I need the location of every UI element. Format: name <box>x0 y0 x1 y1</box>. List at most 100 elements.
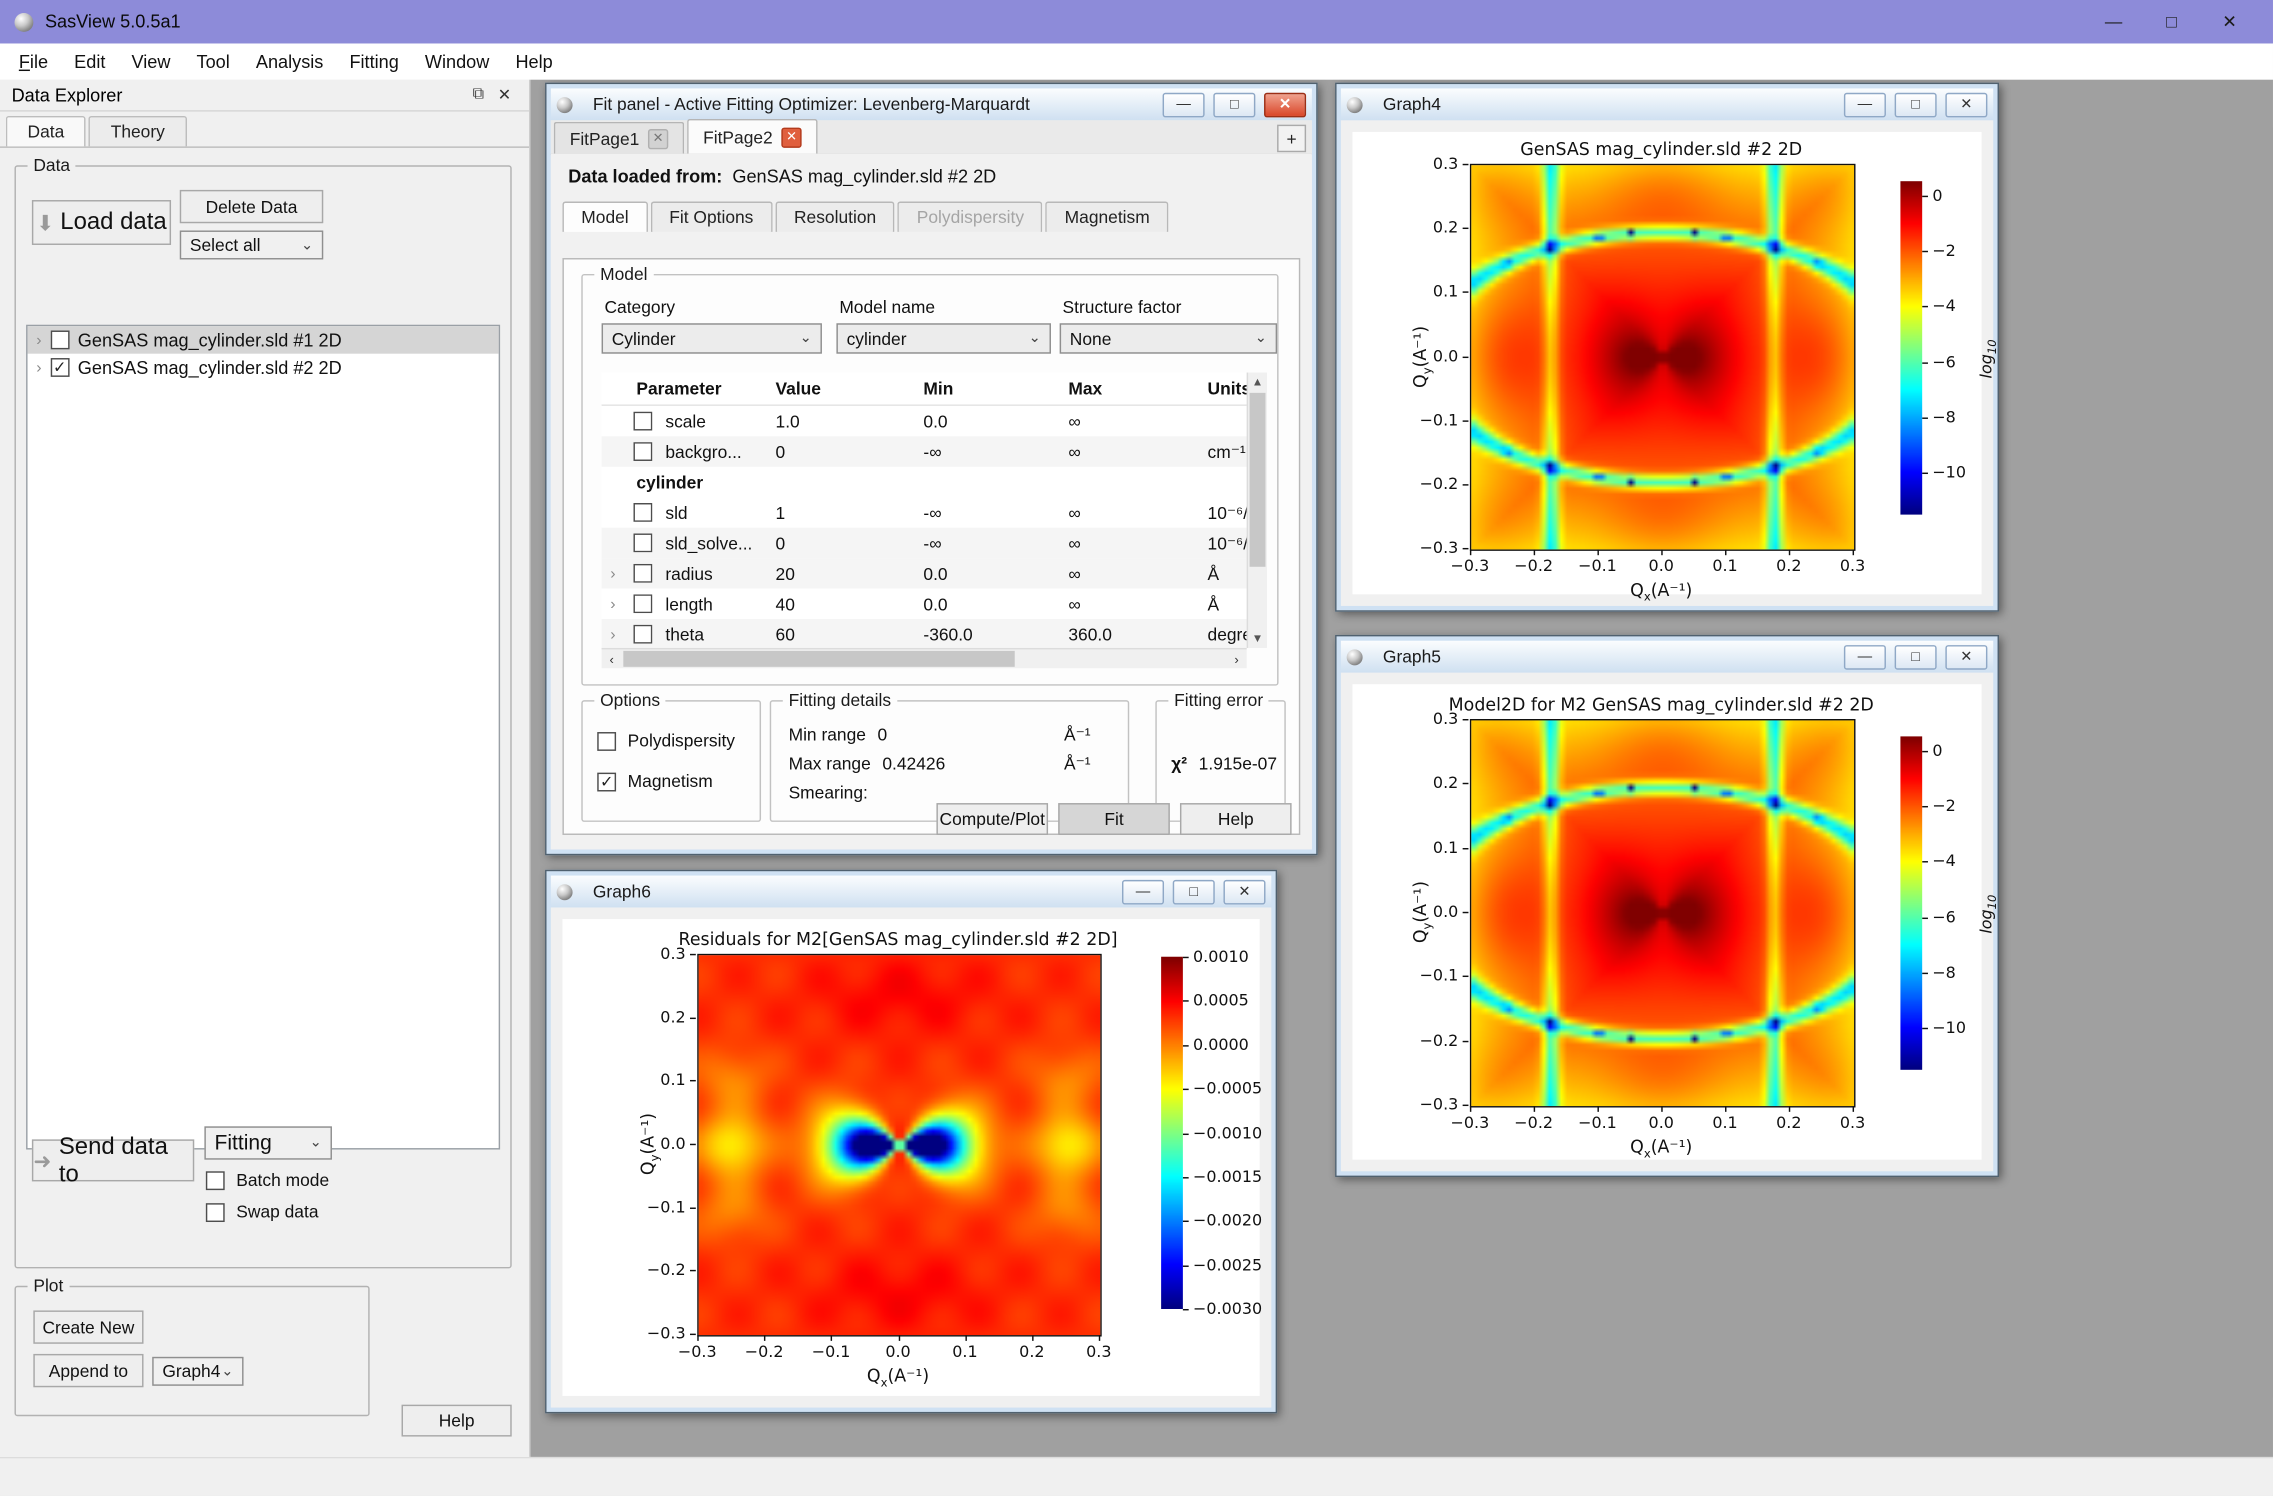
param-max[interactable]: ∞ <box>1068 441 1201 461</box>
heatmap-canvas[interactable] <box>1471 165 1854 549</box>
maximize-button[interactable]: □ <box>1895 92 1937 117</box>
graph6-titlebar[interactable]: Graph6 — □ ✕ <box>551 876 1271 908</box>
param-checkbox[interactable] <box>633 533 652 552</box>
graph4-titlebar[interactable]: Graph4 — □ ✕ <box>1341 88 1993 120</box>
app-maximize-button[interactable]: □ <box>2143 0 2201 43</box>
tree-item-checkbox[interactable] <box>50 331 69 350</box>
parameter-row[interactable]: ›radius200.0∞Å <box>602 558 1247 588</box>
parameter-row[interactable]: sld1-∞∞10⁻⁶/Å <box>602 497 1247 527</box>
menu-file[interactable]: File <box>6 43 61 79</box>
param-checkbox[interactable] <box>633 503 652 522</box>
param-value[interactable]: 60 <box>776 624 921 644</box>
param-min[interactable]: -∞ <box>923 441 1062 461</box>
load-data-button[interactable]: ⬇ Load data <box>32 200 171 245</box>
tab-fitpage2[interactable]: FitPage2✕ <box>687 119 818 154</box>
magnetism-checkbox[interactable]: ✓ <box>597 772 616 791</box>
tab-fit-options[interactable]: Fit Options <box>650 201 772 231</box>
tree-item[interactable]: ›✓GenSAS mag_cylinder.sld #2 2D <box>28 354 499 382</box>
menu-analysis[interactable]: Analysis <box>243 43 337 79</box>
model-name-dropdown[interactable]: cylinder⌄ <box>836 323 1051 353</box>
tree-item[interactable]: ›GenSAS mag_cylinder.sld #1 2D <box>28 326 499 354</box>
heatmap-canvas[interactable] <box>1471 720 1854 1106</box>
param-max[interactable]: ∞ <box>1068 594 1201 614</box>
param-checkbox[interactable] <box>633 412 652 431</box>
param-max[interactable]: ∞ <box>1068 502 1201 522</box>
swap-data-checkbox[interactable] <box>206 1202 225 1221</box>
category-dropdown[interactable]: Cylinder⌄ <box>602 323 822 353</box>
minimize-button[interactable]: — <box>1844 644 1886 669</box>
param-max[interactable]: 360.0 <box>1068 624 1201 644</box>
column-header-parameter[interactable]: Parameter <box>636 378 766 398</box>
parameter-row[interactable]: backgro...0-∞∞cm⁻¹ <box>602 436 1247 466</box>
tab-magnetism[interactable]: Magnetism <box>1046 201 1169 231</box>
tab-fitpage1[interactable]: FitPage1✕ <box>554 122 685 154</box>
scroll-right-icon[interactable]: › <box>1226 649 1246 668</box>
help-button[interactable]: Help <box>1180 803 1292 835</box>
send-target-dropdown[interactable]: Fitting⌄ <box>204 1126 332 1159</box>
param-min[interactable]: 0.0 <box>923 563 1062 583</box>
batch-mode-option[interactable]: Batch mode <box>206 1170 329 1190</box>
select-all-dropdown[interactable]: Select all⌄ <box>180 230 324 259</box>
scroll-left-icon[interactable]: ‹ <box>602 649 622 668</box>
parameter-row[interactable]: ›theta60-360.0360.0degre <box>602 619 1247 649</box>
parameter-row[interactable]: ›length400.0∞Å <box>602 589 1247 619</box>
scroll-down-icon[interactable]: ▼ <box>1248 629 1267 648</box>
expand-chevron-icon[interactable]: › <box>610 565 627 582</box>
param-min[interactable]: -∞ <box>923 502 1062 522</box>
graph5-titlebar[interactable]: Graph5 — □ ✕ <box>1341 641 1993 673</box>
param-min[interactable]: -∞ <box>923 533 1062 553</box>
param-value[interactable]: 40 <box>776 594 921 614</box>
menu-edit[interactable]: Edit <box>61 43 118 79</box>
param-value[interactable]: 1.0 <box>776 411 921 431</box>
close-tab-icon[interactable]: ✕ <box>648 128 668 148</box>
param-value[interactable]: 1 <box>776 502 921 522</box>
param-checkbox[interactable] <box>633 564 652 583</box>
param-min[interactable]: 0.0 <box>923 411 1062 431</box>
append-to-button[interactable]: Append to <box>33 1354 143 1387</box>
param-value[interactable]: 20 <box>776 563 921 583</box>
column-header-value[interactable]: Value <box>776 378 921 398</box>
heatmap-canvas[interactable] <box>699 955 1101 1335</box>
parameter-group-row[interactable]: cylinder <box>602 467 1247 497</box>
maximize-button[interactable]: □ <box>1213 92 1255 117</box>
param-checkbox[interactable] <box>633 594 652 613</box>
param-checkbox[interactable] <box>633 442 652 461</box>
menu-tool[interactable]: Tool <box>183 43 242 79</box>
tab-model[interactable]: Model <box>562 201 647 231</box>
close-panel-icon[interactable]: ✕ <box>491 86 517 105</box>
tab-resolution[interactable]: Resolution <box>775 201 895 231</box>
menu-help[interactable]: Help <box>502 43 565 79</box>
expand-chevron-icon[interactable]: › <box>610 626 627 643</box>
close-button[interactable]: ✕ <box>1264 92 1306 117</box>
expand-chevron-icon[interactable]: › <box>36 331 41 348</box>
tree-item-checkbox[interactable]: ✓ <box>50 358 69 377</box>
minimize-button[interactable]: — <box>1163 92 1205 117</box>
table-vertical-scrollbar[interactable]: ▲ ▼ <box>1247 373 1267 648</box>
param-checkbox[interactable] <box>633 625 652 644</box>
minimize-button[interactable]: — <box>1122 879 1164 904</box>
param-value[interactable]: 0 <box>776 441 921 461</box>
scrollbar-thumb[interactable] <box>1250 393 1266 567</box>
menu-fitting[interactable]: Fitting <box>336 43 411 79</box>
param-value[interactable]: 0 <box>776 533 921 553</box>
expand-chevron-icon[interactable]: › <box>610 595 627 612</box>
param-max[interactable]: ∞ <box>1068 411 1201 431</box>
scroll-up-icon[interactable]: ▲ <box>1248 373 1267 392</box>
expand-chevron-icon[interactable]: › <box>36 359 41 376</box>
swap-data-option[interactable]: Swap data <box>206 1202 319 1222</box>
param-min[interactable]: 0.0 <box>923 594 1062 614</box>
menu-window[interactable]: Window <box>412 43 503 79</box>
close-button[interactable]: ✕ <box>1223 879 1265 904</box>
send-data-to-button[interactable]: ➜ Send data to <box>32 1139 194 1181</box>
maximize-button[interactable]: □ <box>1173 879 1215 904</box>
close-button[interactable]: ✕ <box>1945 92 1987 117</box>
fit-panel-titlebar[interactable]: Fit panel - Active Fitting Optimizer: Le… <box>551 88 1312 120</box>
tab-data[interactable]: Data <box>6 116 86 146</box>
polydispersity-option[interactable]: Polydispersity <box>597 731 735 751</box>
menu-view[interactable]: View <box>118 43 183 79</box>
magnetism-option[interactable]: ✓ Magnetism <box>597 771 713 791</box>
float-panel-icon[interactable]: ⧉ <box>465 86 491 105</box>
create-new-button[interactable]: Create New <box>33 1310 143 1343</box>
close-tab-icon[interactable]: ✕ <box>781 127 801 147</box>
maximize-button[interactable]: □ <box>1895 644 1937 669</box>
